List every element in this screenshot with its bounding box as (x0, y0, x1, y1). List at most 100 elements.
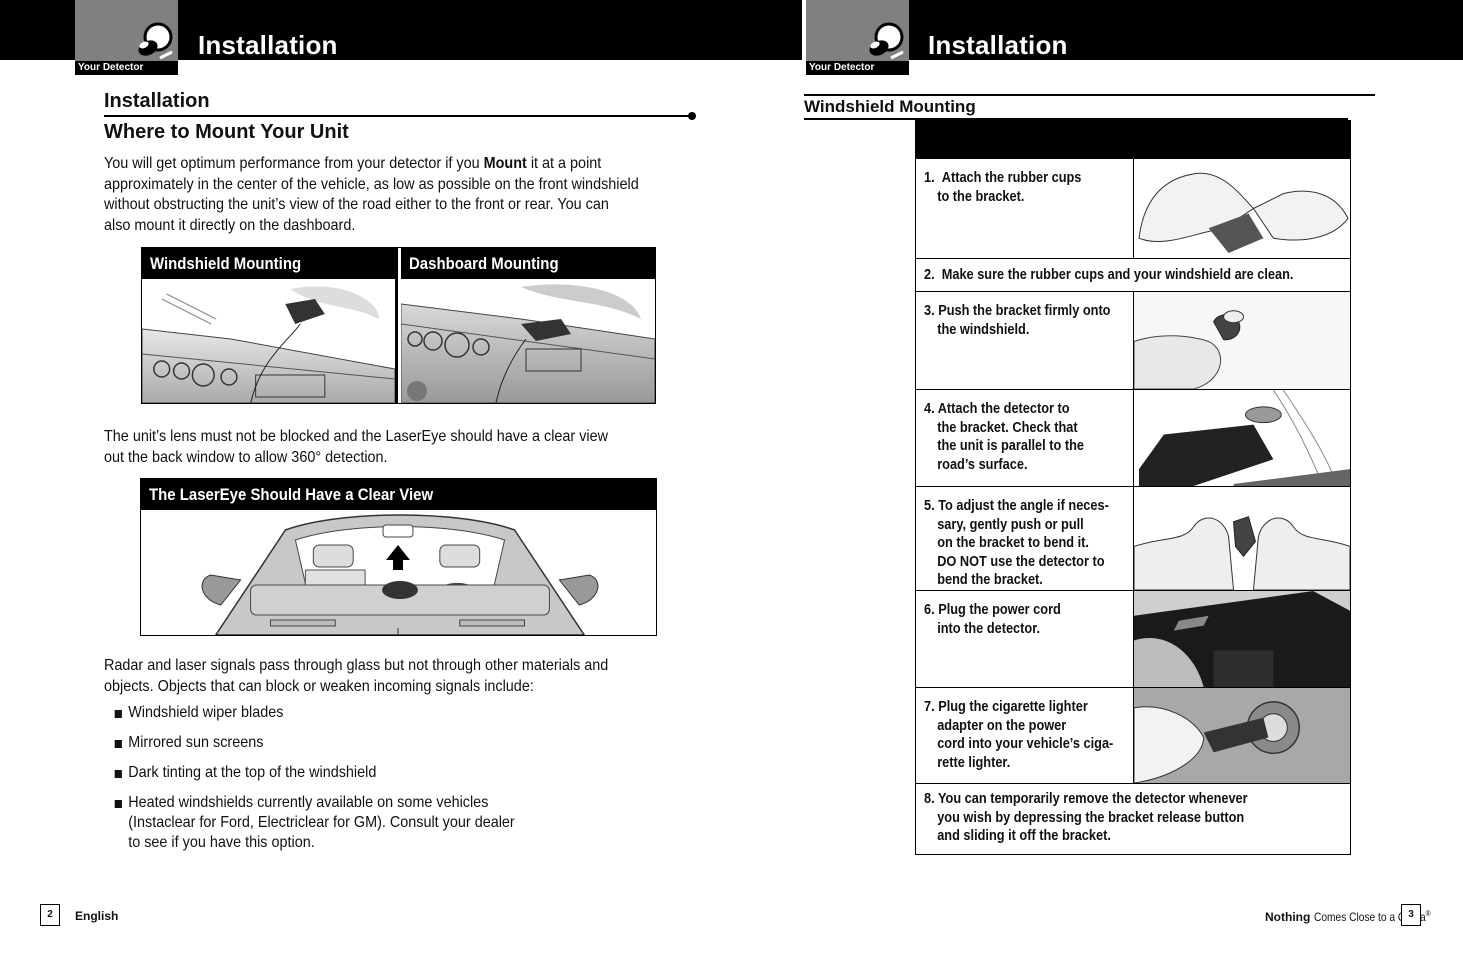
left-page: Your Detector Installation Installation … (0, 0, 802, 976)
step-row: 7. Plug the cigarette lighter adapter on … (916, 687, 1350, 783)
obstruction-list: Windshield wiper blades Mirrored sun scr… (112, 703, 559, 863)
dashboard-mounting-panel: Dashboard Mounting (401, 248, 655, 403)
step-line: Plug the power cord (938, 602, 1061, 618)
footer-language: English (75, 909, 119, 923)
step-row: 8. You can temporarily remove the detect… (916, 783, 1350, 855)
caption-text: Windshield Mounting (150, 254, 302, 273)
intro-paragraph: You will get optimum performance from yo… (104, 154, 639, 236)
step-line: cord into your vehicle’s ciga- (937, 736, 1114, 752)
step-line: you wish by depressing the bracket relea… (937, 809, 1245, 826)
step-text: 5. To adjust the angle if neces-sary, ge… (924, 497, 1109, 590)
step-line: the windshield. (937, 321, 1030, 338)
footer-tagline: Nothing Comes Close to a Cobra® (1265, 909, 1451, 924)
step-row: 1. Attach the rubber cups to the bracket. (916, 158, 1350, 258)
step-line: and sliding it off the bracket. (937, 828, 1111, 844)
bullet-square-icon (114, 740, 122, 748)
step-row: 2. Make sure the rubber cups and your wi… (916, 258, 1350, 291)
intro-text: it at a point (526, 155, 602, 172)
page-title: Installation (198, 30, 338, 60)
detector-on-bracket-illustration (1138, 390, 1350, 486)
step-line: Attach the detector to (937, 401, 1070, 417)
step-line: Attach the rubber cups (941, 170, 1082, 186)
list-item-text: (Instaclear for Ford, Electriclear for G… (128, 814, 515, 831)
step-line: You can temporarily remove the detector … (937, 791, 1248, 807)
lens-paragraph: The unit’s lens must not be blocked and … (104, 427, 608, 468)
section-title: Installation (104, 90, 210, 112)
intro-bold-text: Mount (483, 155, 527, 172)
step-line: on the bracket to bend it. (937, 535, 1089, 551)
step-illustration (1133, 591, 1350, 687)
signals-text: Radar and laser signals pass through gla… (104, 657, 609, 674)
hands-attaching-cups-illustration (1138, 172, 1349, 254)
divider-dot (688, 112, 696, 120)
step-line: Plug the cigarette lighter (938, 699, 1088, 715)
caption-text: The LaserEye Should Have a Clear View (149, 485, 434, 504)
right-page: Your Detector Installation Windshield Mo… (804, 0, 1463, 976)
figure-caption: The LaserEye Should Have a Clear View (141, 479, 656, 510)
figure-caption: Windshield Mounting (142, 248, 395, 279)
step-number: 2. (924, 267, 935, 283)
installation-steps-table: 1. Attach the rubber cups to the bracket.… (915, 120, 1351, 855)
windshield-mount-illustration (142, 286, 395, 403)
list-item-text: to see if you have this option. (128, 834, 315, 851)
step-number: 3. (924, 303, 935, 319)
list-item-text: Windshield wiper blades (128, 704, 284, 721)
step-line: rette lighter. (937, 754, 1011, 771)
step-emphasis: the unit is parallel to the (937, 438, 1084, 454)
intro-text: without obstructing the unit’s view of t… (104, 196, 609, 213)
step-text: 1. Attach the rubber cups to the bracket. (924, 169, 1081, 206)
step-line: sary, gently push or pull (937, 516, 1084, 533)
step-line: to the bracket. (937, 188, 1025, 205)
step-row: 4. Attach the detector to the bracket. Ch… (916, 389, 1350, 486)
step-illustration (1133, 390, 1350, 486)
tagline-bold: Nothing (1265, 910, 1311, 924)
bullet-square-icon (114, 770, 122, 778)
bullet-square-icon (114, 710, 122, 718)
your-detector-logo: Your Detector (75, 0, 178, 75)
step-illustration (1133, 487, 1350, 590)
step-number: 7. (924, 699, 935, 715)
list-item-text: Heated windshields currently available o… (128, 794, 489, 811)
step-number: 5. (924, 498, 935, 514)
step-text: 7. Plug the cigarette lighter adapter on … (924, 698, 1113, 772)
intro-text: also mount it directly on the dashboard. (104, 216, 356, 234)
step-text: 8. You can temporarily remove the detect… (924, 790, 1248, 846)
logo-label: Your Detector (806, 61, 909, 75)
step-text: 3. Push the bracket firmly onto the winds… (924, 302, 1110, 339)
list-item: Windshield wiper blades (112, 703, 515, 723)
lens-text: out the back window to allow 360° detect… (104, 448, 388, 466)
step-illustration (1133, 292, 1350, 389)
trademark-symbol: ® (1425, 909, 1431, 918)
section-title: Windshield Mounting (804, 97, 976, 116)
windshield-mounting-panel: Windshield Mounting (142, 248, 398, 403)
list-item: Heated windshields currently available o… (112, 793, 515, 853)
list-item: Mirrored sun screens (112, 733, 515, 753)
step-number: 4. (924, 401, 935, 417)
detector-mascot-icon (138, 22, 173, 60)
step-text: 2. Make sure the rubber cups and your wi… (924, 266, 1293, 285)
section-divider (804, 94, 1375, 96)
caption-text: Dashboard Mounting (409, 254, 559, 273)
step-illustration (1133, 159, 1350, 258)
subsection-title: Where to Mount Your Unit (104, 121, 349, 143)
list-item: Dark tinting at the top of the windshiel… (112, 763, 515, 783)
detector-mascot-icon (869, 22, 904, 60)
plugging-lighter-adapter-illustration (1134, 688, 1350, 783)
step-text: 6. Plug the power cord into the detector. (924, 601, 1061, 638)
lens-text: The unit’s lens must not be blocked and … (104, 428, 609, 445)
table-header (916, 121, 1350, 158)
step-row: 3. Push the bracket firmly onto the winds… (916, 291, 1350, 389)
step-number: 1. (924, 170, 935, 186)
hands-bending-bracket-illustration (1134, 516, 1350, 590)
logo-label: Your Detector (75, 61, 178, 75)
page-number: 2 (40, 904, 60, 926)
step-line: To adjust the angle if neces- (938, 498, 1109, 514)
step-number: 8. (924, 791, 935, 807)
lasereye-figure: The LaserEye Should Have a Clear View (140, 478, 657, 636)
car-interior-illustration (201, 514, 599, 635)
dashboard-mount-illustration (401, 284, 655, 403)
step-line: adapter on the power (937, 717, 1067, 734)
step-row: 6. Plug the power cord into the detector. (916, 590, 1350, 687)
page-title: Installation (928, 30, 1068, 60)
figure-caption: Dashboard Mounting (401, 248, 655, 279)
